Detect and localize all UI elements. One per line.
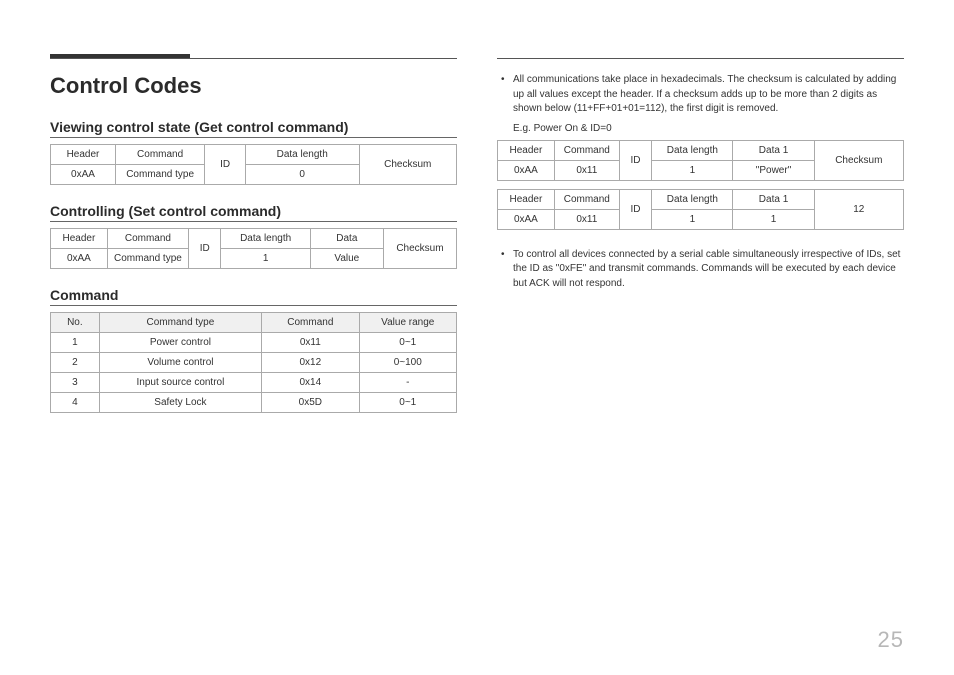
section-viewing: Viewing control state (Get control comma… — [50, 119, 457, 138]
section-controlling: Controlling (Set control command) — [50, 203, 457, 222]
td-data1: "Power" — [733, 160, 814, 180]
td-dlen: 1 — [652, 209, 733, 229]
th-data: Data — [310, 229, 383, 249]
th-header: Header — [51, 229, 108, 249]
notes-bottom: To control all devices connected by a se… — [497, 248, 904, 292]
th-checksum: Checksum — [359, 145, 456, 185]
th-dlen: Data length — [652, 140, 733, 160]
th-command: Command — [115, 145, 204, 165]
page-number: 25 — [878, 627, 904, 653]
note-hex: All communications take place in hexadec… — [497, 73, 904, 117]
td-dlen: 1 — [652, 160, 733, 180]
th-dlen: Data length — [221, 229, 310, 249]
table-row: 4 Safety Lock 0x5D 0~1 — [51, 393, 457, 413]
th-range: Value range — [359, 313, 456, 333]
td-command: Command type — [107, 249, 188, 269]
td-header: 0xAA — [51, 249, 108, 269]
right-column: All communications take place in hexadec… — [497, 50, 904, 431]
hr-right — [497, 58, 904, 59]
command-table: No. Command type Command Value range 1 P… — [50, 312, 457, 413]
td-command: 0x11 — [554, 160, 619, 180]
th-id: ID — [189, 229, 221, 269]
example-label: E.g. Power On & ID=0 — [513, 123, 904, 134]
th-header: Header — [498, 140, 555, 160]
th-data1: Data 1 — [733, 140, 814, 160]
th-header: Header — [498, 189, 555, 209]
td-header: 0xAA — [498, 209, 555, 229]
left-column: Control Codes Viewing control state (Get… — [50, 50, 457, 431]
td-command: Command type — [115, 165, 204, 185]
th-id: ID — [205, 145, 246, 185]
table-row: 2 Volume control 0x12 0~100 — [51, 353, 457, 373]
td-dlen: 1 — [221, 249, 310, 269]
section-command: Command — [50, 287, 457, 306]
th-checksum: Checksum — [383, 229, 456, 269]
th-type: Command type — [99, 313, 261, 333]
th-id: ID — [619, 140, 651, 180]
viewing-table: Header Command ID Data length Checksum 0… — [50, 144, 457, 185]
columns: Control Codes Viewing control state (Get… — [50, 50, 904, 431]
notes-top: All communications take place in hexadec… — [497, 73, 904, 117]
th-command: Command — [554, 140, 619, 160]
page: Control Codes Viewing control state (Get… — [0, 0, 954, 675]
th-dlen: Data length — [652, 189, 733, 209]
td-command: 0x11 — [554, 209, 619, 229]
th-checksum: Checksum — [814, 140, 903, 180]
th-no: No. — [51, 313, 100, 333]
td-header: 0xAA — [51, 165, 116, 185]
example-table-1: Header Command ID Data length Data 1 Che… — [497, 140, 904, 181]
table-row: 3 Input source control 0x14 - — [51, 373, 457, 393]
td-header: 0xAA — [498, 160, 555, 180]
td-data1: 1 — [733, 209, 814, 229]
td-checksum: 12 — [814, 189, 903, 229]
th-data1: Data 1 — [733, 189, 814, 209]
note-broadcast: To control all devices connected by a se… — [497, 248, 904, 292]
th-cmd: Command — [262, 313, 359, 333]
th-command: Command — [554, 189, 619, 209]
hr-left — [50, 58, 457, 59]
example-table-2: Header Command ID Data length Data 1 12 … — [497, 189, 904, 230]
table-row: 1 Power control 0x11 0~1 — [51, 333, 457, 353]
th-header: Header — [51, 145, 116, 165]
th-id: ID — [619, 189, 651, 229]
td-data: Value — [310, 249, 383, 269]
th-dlen: Data length — [245, 145, 359, 165]
page-title: Control Codes — [50, 73, 457, 99]
th-command: Command — [107, 229, 188, 249]
controlling-table: Header Command ID Data length Data Check… — [50, 228, 457, 269]
td-dlen: 0 — [245, 165, 359, 185]
